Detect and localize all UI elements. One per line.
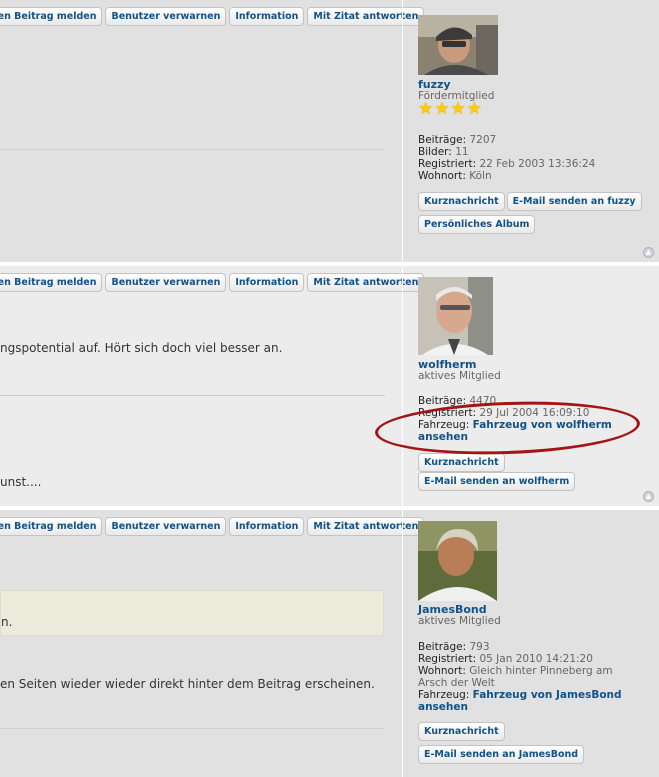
report-post-button[interactable]: sen Beitrag melden: [0, 517, 103, 536]
rank-stars-icon: ★★★★: [418, 99, 483, 119]
report-post-button[interactable]: sen Beitrag melden: [0, 7, 103, 26]
user-rank: aktives Mitglied: [418, 370, 501, 382]
location-label: Wohnort:: [418, 665, 466, 677]
warn-user-button[interactable]: Benutzer verwarnen: [105, 7, 227, 26]
warn-user-button[interactable]: Benutzer verwarnen: [105, 273, 227, 292]
vehicle-label: Fahrzeug:: [418, 419, 470, 431]
post-profile: fuzzy Fördermitglied ★★★★ Beiträge: 7207…: [402, 0, 659, 262]
posts-label: Beiträge:: [418, 134, 467, 146]
signature-text: unst....: [0, 475, 42, 489]
post-buttons: sen Beitrag melden Benutzer verwarnen Info…: [0, 517, 427, 536]
post-body: sen Beitrag melden Benutzer verwarnen Info…: [0, 510, 425, 777]
email-button[interactable]: E-Mail senden an JamesBond: [418, 745, 585, 764]
registered-date: 29 Jul 2004 16:09:10: [479, 407, 590, 419]
registered-label: Registriert:: [418, 158, 477, 170]
post-body: sen Beitrag melden Benutzer verwarnen Info…: [0, 266, 425, 506]
private-message-button[interactable]: Kurznachricht: [418, 722, 505, 741]
quote-text: n.: [1, 615, 13, 629]
back-to-top-icon[interactable]: ▲: [643, 491, 654, 502]
posts-count: 793: [469, 641, 490, 653]
user-details: Beiträge: 4470 Registriert: 29 Jul 2004 …: [418, 395, 653, 443]
registered-date: 05 Jan 2010 14:21:20: [479, 653, 593, 665]
posts-label: Beiträge:: [418, 641, 467, 653]
posts-label: Beiträge:: [418, 395, 467, 407]
user-rank: aktives Mitglied: [418, 615, 501, 627]
post-buttons: sen Beitrag melden Benutzer verwarnen Info…: [0, 273, 427, 292]
registered-label: Registriert:: [418, 653, 477, 665]
profile-buttons: Kurznachricht E-Mail senden an fuzzy Pers…: [418, 192, 658, 238]
user-details: Beiträge: 793 Registriert: 05 Jan 2010 1…: [418, 641, 653, 713]
pictures-label: Bilder:: [418, 146, 452, 158]
user-details: Beiträge: 7207 Bilder: 11 Registriert: 2…: [418, 134, 653, 182]
posts-count: 7207: [469, 134, 497, 146]
post-profile: wolfherm aktives Mitglied Beiträge: 4470…: [402, 266, 659, 506]
back-to-top-icon[interactable]: ▲: [643, 247, 654, 258]
profile-buttons: KurznachrichtE-Mail senden an wolfherm: [418, 453, 659, 491]
post-content: ngspotential auf. Hört sich doch viel be…: [0, 341, 283, 355]
information-button[interactable]: Information: [229, 7, 305, 26]
email-button[interactable]: E-Mail senden an wolfherm: [418, 472, 576, 491]
registered-label: Registriert:: [418, 407, 477, 419]
pictures-count: 11: [455, 146, 469, 158]
information-button[interactable]: Information: [229, 517, 305, 536]
email-button[interactable]: E-Mail senden an fuzzy: [506, 192, 642, 211]
post-jamesbond: sen Beitrag melden Benutzer verwarnen Info…: [0, 510, 659, 777]
report-post-button[interactable]: sen Beitrag melden: [0, 273, 103, 292]
signature-divider: [0, 395, 385, 396]
avatar[interactable]: [418, 277, 493, 355]
post-wolfherm: sen Beitrag melden Benutzer verwarnen Info…: [0, 266, 659, 506]
post-profile: JamesBond aktives Mitglied Beiträge: 793…: [402, 510, 659, 777]
post-fuzzy: sen Beitrag melden Benutzer verwarnen Info…: [0, 0, 659, 262]
post-body: sen Beitrag melden Benutzer verwarnen Info…: [0, 0, 425, 262]
profile-buttons: Kurznachricht E-Mail senden an JamesBond: [418, 722, 658, 768]
post-content: en Seiten wieder wieder direkt hinter de…: [0, 677, 375, 691]
information-button[interactable]: Information: [229, 273, 305, 292]
vehicle-label: Fahrzeug:: [418, 689, 470, 701]
signature-divider: [0, 149, 385, 150]
registered-date: 22 Feb 2003 13:36:24: [479, 158, 596, 170]
warn-user-button[interactable]: Benutzer verwarnen: [105, 517, 227, 536]
avatar[interactable]: [418, 15, 498, 75]
location-label: Wohnort:: [418, 170, 466, 182]
location-value: Köln: [469, 170, 492, 182]
private-message-button[interactable]: Kurznachricht: [418, 192, 505, 211]
avatar[interactable]: [418, 521, 497, 601]
post-separator: [0, 506, 659, 510]
quote-box: n.: [0, 590, 384, 636]
album-button[interactable]: Persönliches Album: [418, 215, 536, 234]
private-message-button[interactable]: Kurznachricht: [418, 453, 505, 472]
post-buttons: sen Beitrag melden Benutzer verwarnen Info…: [0, 7, 427, 26]
posts-count: 4470: [469, 395, 497, 407]
signature-divider: [0, 728, 385, 729]
post-separator: [0, 262, 659, 266]
